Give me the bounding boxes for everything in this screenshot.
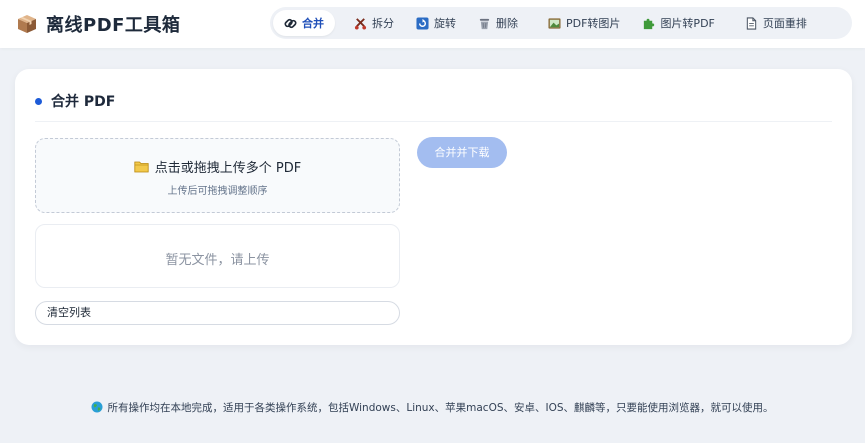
folder-icon bbox=[134, 161, 149, 172]
tab-image-to-pdf[interactable]: 图片转PDF bbox=[631, 10, 725, 36]
empty-list-message: 暂无文件，请上传 bbox=[165, 253, 270, 268]
tab-pdf-to-image[interactable]: PDF转图片 bbox=[537, 10, 631, 36]
scissors-icon bbox=[354, 17, 367, 30]
picture-icon bbox=[548, 17, 561, 29]
tab-image-to-pdf-label: 图片转PDF bbox=[660, 17, 715, 30]
globe-icon bbox=[91, 401, 103, 413]
trash-icon bbox=[479, 18, 490, 29]
app-header: 离线PDF工具箱 合并 拆分 旋转 删除 PDF转图片 图片转PDF 页面重排 bbox=[0, 0, 865, 48]
file-list: 暂无文件，请上传 bbox=[35, 224, 400, 288]
upload-dropzone[interactable]: 点击或拖拽上传多个 PDF 上传后可拖拽调整顺序 bbox=[35, 138, 400, 213]
clear-list-button[interactable]: 清空列表 bbox=[35, 301, 400, 325]
box-logo-icon bbox=[18, 15, 36, 33]
footer: 所有操作均在本地完成，适用于各类操作系统，包括Windows、Linux、苹果m… bbox=[0, 398, 865, 416]
tab-delete-label: 删除 bbox=[496, 17, 518, 30]
tab-split-label: 拆分 bbox=[372, 17, 394, 30]
dropzone-title-row: 点击或拖拽上传多个 PDF bbox=[36, 157, 399, 176]
footer-text: 所有操作均在本地完成，适用于各类操作系统，包括Windows、Linux、苹果m… bbox=[107, 401, 774, 414]
page-icon bbox=[746, 16, 757, 30]
dropzone-title: 点击或拖拽上传多个 PDF bbox=[154, 160, 302, 176]
merge-download-button[interactable]: 合并并下载 bbox=[417, 137, 507, 168]
tab-merge[interactable]: 合并 bbox=[273, 10, 335, 36]
brand: 离线PDF工具箱 bbox=[16, 11, 180, 37]
panel-title: 合并 PDF bbox=[51, 94, 116, 110]
app-title: 离线PDF工具箱 bbox=[46, 15, 181, 36]
tool-nav: 合并 拆分 旋转 删除 PDF转图片 图片转PDF 页面重排 bbox=[270, 7, 852, 39]
tab-split[interactable]: 拆分 bbox=[343, 10, 405, 36]
puzzle-icon bbox=[644, 18, 655, 29]
panel-divider bbox=[35, 121, 832, 122]
tab-rotate-label: 旋转 bbox=[434, 17, 456, 30]
merge-panel: 合并 PDF 点击或拖拽上传多个 PDF 上传后可拖拽调整顺序 暂无文件，请上传… bbox=[15, 69, 852, 345]
tab-merge-label: 合并 bbox=[302, 17, 324, 30]
dropzone-hint: 上传后可拖拽调整顺序 bbox=[167, 186, 268, 197]
rotate-icon bbox=[416, 16, 429, 30]
panel-header: 合并 PDF bbox=[35, 91, 115, 111]
tab-reorder-pages-label: 页面重排 bbox=[762, 17, 807, 30]
tab-pdf-to-image-label: PDF转图片 bbox=[566, 17, 621, 30]
bullet-dot bbox=[35, 97, 42, 105]
link-icon bbox=[284, 18, 297, 28]
tab-rotate[interactable]: 旋转 bbox=[405, 10, 467, 36]
tab-reorder-pages[interactable]: 页面重排 bbox=[734, 10, 818, 36]
tab-delete[interactable]: 删除 bbox=[467, 10, 529, 36]
